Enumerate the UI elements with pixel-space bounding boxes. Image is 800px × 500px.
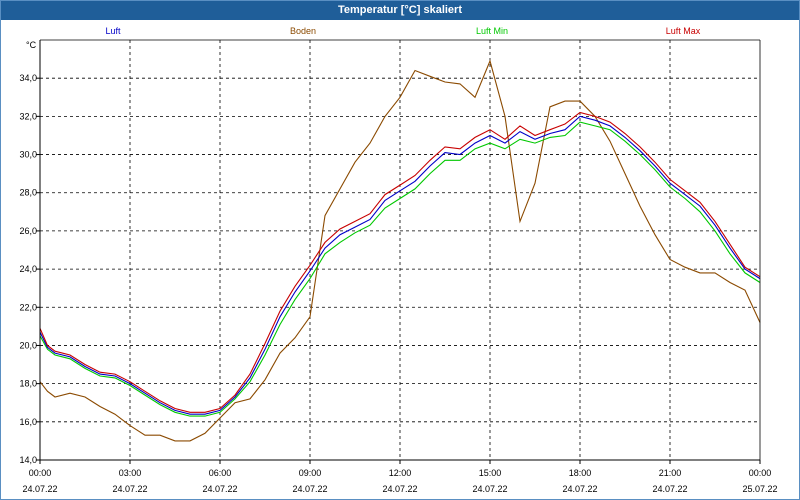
y-tick-label: 16,0 xyxy=(19,417,37,427)
x-tick-date-label: 24.07.22 xyxy=(562,484,597,494)
x-tick-time-label: 06:00 xyxy=(209,468,232,478)
y-tick-label: 14,0 xyxy=(19,455,37,465)
x-tick-date-label: 24.07.22 xyxy=(112,484,147,494)
tick-labels: 14,0 16,0 18,0 20,0 22,0 24,0 26,0 28,0 30,0 32,0… xyxy=(19,40,777,494)
y-tick-label: 32,0 xyxy=(19,111,37,121)
legend: Luft Boden Luft Min Luft Max xyxy=(105,26,700,36)
legend-entry-luft-max: Luft Max xyxy=(666,26,701,36)
x-tick-time-label: 12:00 xyxy=(389,468,412,478)
x-tick-time-label: 03:00 xyxy=(119,468,142,478)
x-tick-date-label: 24.07.22 xyxy=(202,484,237,494)
x-tick-time-label: 00:00 xyxy=(749,468,772,478)
y-tick-label: 30,0 xyxy=(19,150,37,160)
y-unit-label: °C xyxy=(26,40,37,50)
temperature-chart: 14,0 16,0 18,0 20,0 22,0 24,0 26,0 28,0 30,0 32,0… xyxy=(19,26,777,494)
y-tick-label: 24,0 xyxy=(19,264,37,274)
legend-entry-luft-min: Luft Min xyxy=(476,26,508,36)
axes xyxy=(36,39,761,464)
y-tick-label: 26,0 xyxy=(19,226,37,236)
x-tick-date-label: 24.07.22 xyxy=(652,484,687,494)
x-tick-date-label: 24.07.22 xyxy=(292,484,327,494)
x-tick-time-label: 00:00 xyxy=(29,468,52,478)
legend-entry-boden: Boden xyxy=(290,26,316,36)
x-tick-date-label: 24.07.22 xyxy=(472,484,507,494)
x-tick-time-label: 15:00 xyxy=(479,468,502,478)
x-tick-time-label: 18:00 xyxy=(569,468,592,478)
x-tick-time-label: 21:00 xyxy=(659,468,682,478)
x-tick-date-label: 24.07.22 xyxy=(382,484,417,494)
y-tick-label: 34,0 xyxy=(19,73,37,83)
y-tick-label: 18,0 xyxy=(19,379,37,389)
y-tick-label: 28,0 xyxy=(19,188,37,198)
x-tick-date-label: 24.07.22 xyxy=(22,484,57,494)
legend-entry-luft: Luft xyxy=(105,26,121,36)
x-tick-time-label: 09:00 xyxy=(299,468,322,478)
x-tick-date-label: 25.07.22 xyxy=(742,484,777,494)
y-tick-label: 20,0 xyxy=(19,340,37,350)
y-tick-label: 22,0 xyxy=(19,302,37,312)
